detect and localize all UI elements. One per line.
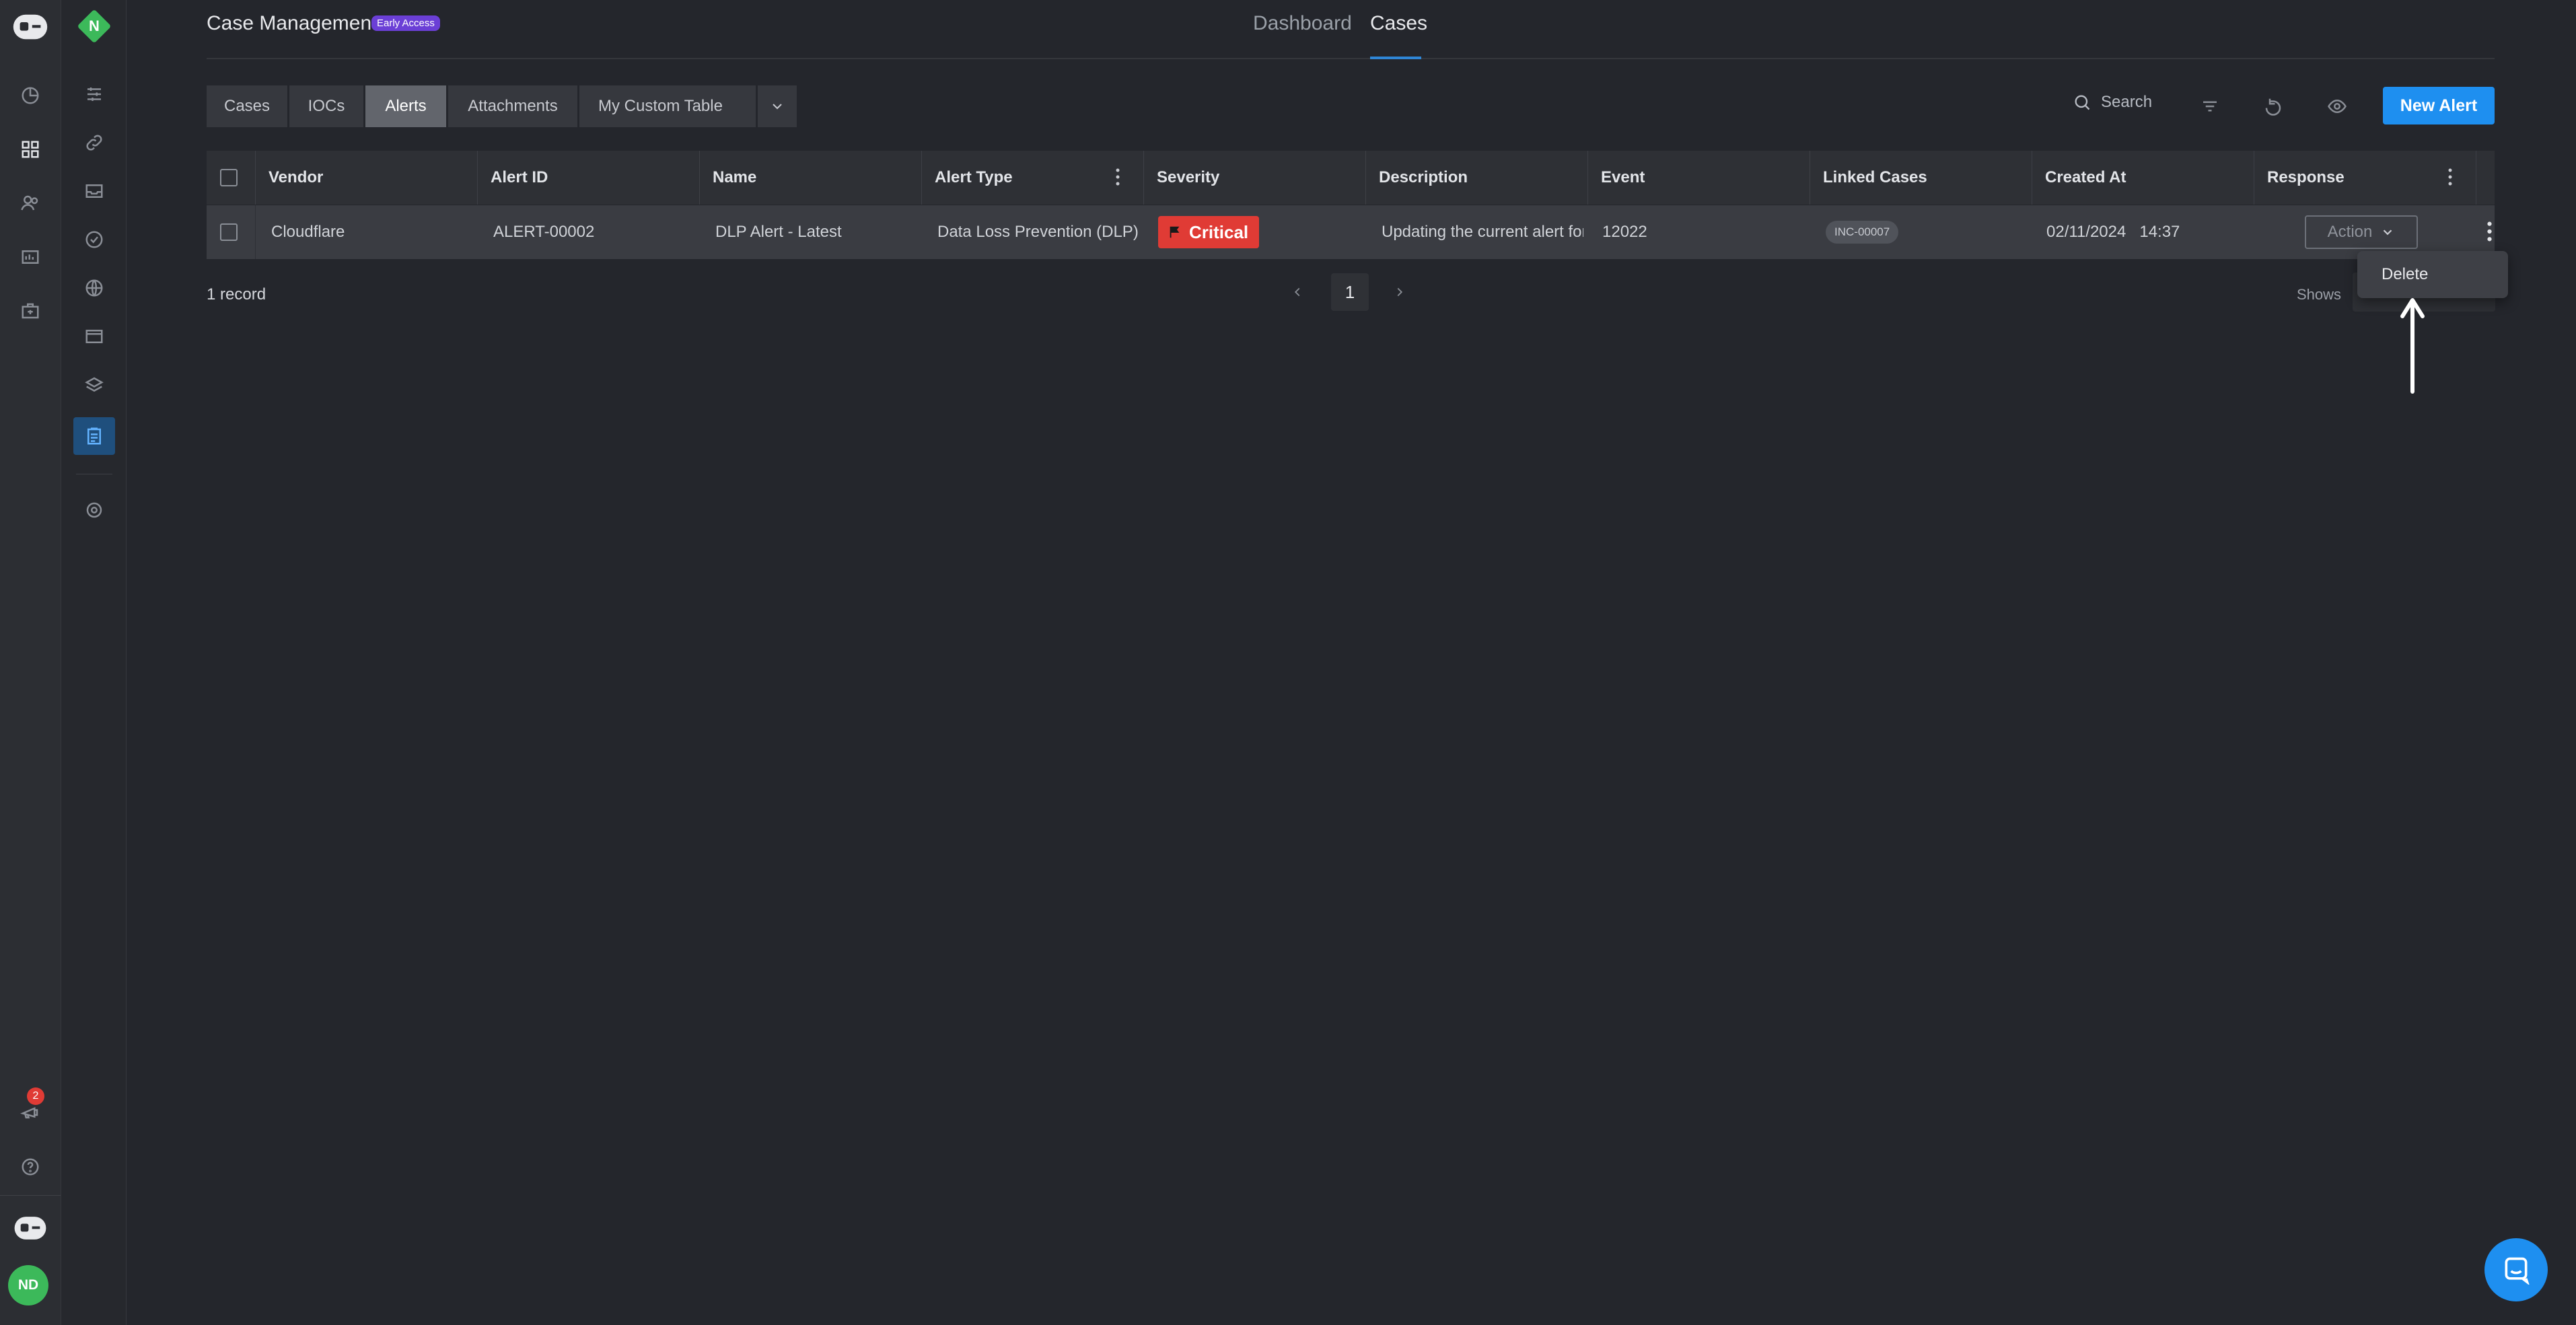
notification-count-badge: 2: [27, 1087, 44, 1105]
created-time: 14:37: [2139, 223, 2180, 241]
tab-my-custom-table[interactable]: My Custom Table: [579, 85, 756, 127]
dashboard-pie-icon[interactable]: [9, 81, 51, 110]
action-label: Action: [2327, 223, 2373, 241]
tab-alerts[interactable]: Alerts: [365, 85, 446, 127]
logo-icon[interactable]: [9, 9, 51, 44]
severity-label: Critical: [1189, 221, 1249, 242]
nav-tab-cases[interactable]: Cases: [1370, 12, 1427, 35]
column-header-created-at[interactable]: Created At: [2045, 151, 2126, 205]
severity-critical-badge: Critical: [1158, 216, 1260, 248]
cell-alert-id: ALERT-00002: [493, 223, 595, 241]
column-header-vendor[interactable]: Vendor: [269, 151, 323, 205]
action-menu: Delete: [2357, 251, 2508, 298]
primary-sidebar: 2 ND: [0, 0, 61, 1325]
tab-attachments[interactable]: Attachments: [448, 85, 577, 127]
globe-icon[interactable]: [73, 273, 115, 303]
column-header-description[interactable]: Description: [1379, 151, 1468, 205]
column-header-alert-id[interactable]: Alert ID: [491, 151, 548, 205]
column-header-name[interactable]: Name: [713, 151, 756, 205]
delete-menu-item[interactable]: Delete: [2357, 251, 2508, 298]
filter-icon[interactable]: [2195, 92, 2225, 121]
created-date: 02/11/2024: [2046, 223, 2126, 241]
reports-icon[interactable]: [9, 242, 51, 272]
eye-icon[interactable]: [2322, 92, 2353, 121]
cell-vendor: Cloudflare: [271, 223, 345, 241]
annotation-arrow: [2400, 298, 2425, 394]
column-menu-icon[interactable]: [1115, 167, 1129, 188]
prev-page-icon[interactable]: [1284, 279, 1311, 306]
cell-alert-type: Data Loss Prevention (DLP): [937, 223, 1139, 241]
active-nav-indicator: [1370, 57, 1421, 59]
tab-iocs[interactable]: IOCs: [289, 85, 363, 127]
column-menu-icon[interactable]: [2447, 167, 2461, 188]
layers-icon[interactable]: [73, 370, 115, 400]
page-size-label: Shows: [2297, 286, 2342, 303]
header-divider: [207, 58, 2495, 59]
tabs-more-dropdown[interactable]: [758, 85, 797, 127]
column-header-severity[interactable]: Severity: [1157, 151, 1219, 205]
inbox-icon[interactable]: [73, 176, 115, 206]
column-header-linked-cases[interactable]: Linked Cases: [1823, 151, 1927, 205]
cell-created-at: 02/11/2024 14:37: [2046, 205, 2180, 259]
settings-icon[interactable]: [73, 495, 115, 525]
briefcase-icon[interactable]: [9, 296, 51, 326]
cell-description: Updating the current alert for: [1382, 223, 1583, 241]
badge-check-icon[interactable]: [73, 225, 115, 254]
search-box[interactable]: Search: [2073, 93, 2152, 112]
org-logo[interactable]: N: [77, 9, 112, 44]
clipboard-icon: [73, 421, 115, 451]
column-header-response[interactable]: Response: [2267, 151, 2345, 205]
table-row[interactable]: Cloudflare ALERT-00002 DLP Alert - Lates…: [207, 205, 2495, 259]
action-dropdown-button[interactable]: Action: [2305, 215, 2418, 249]
tab-cases[interactable]: Cases: [207, 85, 287, 127]
cell-name: DLP Alert - Latest: [715, 223, 842, 241]
apps-grid-icon[interactable]: [9, 135, 51, 164]
linked-case-pill[interactable]: INC-00007: [1826, 221, 1899, 244]
record-count: 1 record: [207, 285, 266, 303]
refresh-icon[interactable]: [2258, 92, 2288, 121]
users-icon[interactable]: [9, 188, 51, 218]
user-avatar[interactable]: ND: [8, 1265, 48, 1305]
chevron-down-icon: [2384, 229, 2392, 236]
tab-label: My Custom Table: [598, 97, 723, 115]
cell-linked-cases: INC-00007: [1826, 205, 1899, 259]
search-icon: [2075, 95, 2090, 110]
page-title: Case Management: [207, 12, 378, 34]
column-header-event[interactable]: Event: [1601, 151, 1645, 205]
flag-icon: [1170, 226, 1180, 238]
next-page-icon[interactable]: [1386, 279, 1413, 306]
early-access-badge: Early Access: [371, 15, 440, 31]
row-checkbox[interactable]: [220, 223, 238, 241]
rail-divider: [0, 1195, 61, 1196]
cell-severity: Critical: [1158, 205, 1260, 259]
table-header: Vendor Alert ID Name Alert Type Severity…: [207, 151, 2495, 205]
help-icon[interactable]: [9, 1152, 51, 1182]
search-label: Search: [2101, 93, 2153, 111]
select-all-checkbox[interactable]: [220, 169, 238, 186]
nav-tab-dashboard[interactable]: Dashboard: [1253, 12, 1352, 35]
sliders-icon[interactable]: [73, 79, 115, 109]
cell-event: 12022: [1602, 223, 1647, 241]
assistant-logo-icon[interactable]: [9, 1211, 51, 1245]
chevron-down-icon: [773, 104, 782, 110]
chat-support-button[interactable]: [2484, 1238, 2548, 1301]
row-more-icon[interactable]: [2486, 220, 2500, 244]
new-alert-button[interactable]: New Alert: [2383, 87, 2495, 124]
window-icon[interactable]: [73, 322, 115, 351]
page-number[interactable]: 1: [1331, 273, 1369, 311]
chat-icon: [2505, 1257, 2530, 1285]
column-header-alert-type[interactable]: Alert Type: [935, 151, 1013, 205]
link-icon[interactable]: [73, 128, 115, 157]
secondary-sidebar: N: [61, 0, 127, 1325]
